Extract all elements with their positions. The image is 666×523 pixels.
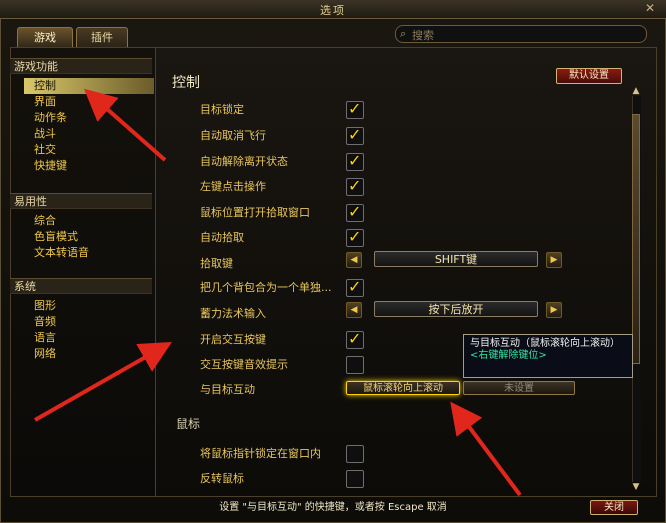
annotation-arrow	[34, 342, 172, 422]
annotation-arrow	[450, 401, 522, 497]
annotation-arrow	[83, 88, 167, 162]
annotation-arrows	[34, 88, 522, 497]
